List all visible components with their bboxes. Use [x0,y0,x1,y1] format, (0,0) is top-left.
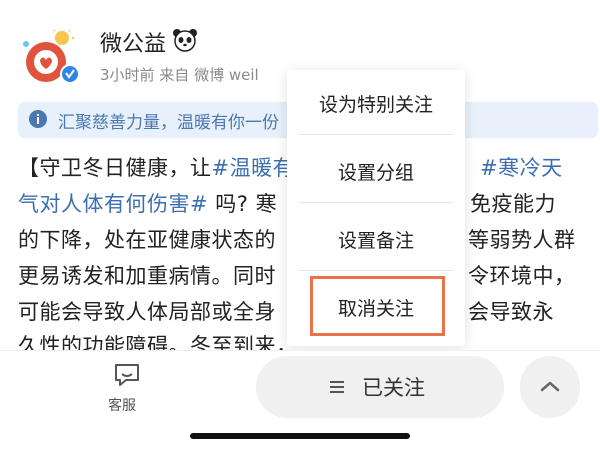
panda-icon [173,29,197,52]
post-line-4: 更易诱发和加重病情。同时 [18,264,276,288]
post-text: 吗? 寒 [208,192,278,216]
post-line-1: 【守卫冬日健康，让#温暖有 [18,152,294,182]
menu-divider [299,270,453,271]
post-text: 【守卫冬日健康，让 [18,156,212,180]
chat-bubble-icon[interactable] [113,362,141,388]
unfollow-highlight-box [310,276,445,336]
username[interactable]: 微公益 [100,26,166,58]
hashtag-link[interactable]: #寒冷天 [480,152,563,182]
menu-lines-icon [330,381,344,393]
menu-item-special-follow[interactable]: 设为特别关注 [287,90,465,117]
post-line-3: 的下降，处在亚健康状态的 [18,228,276,252]
banner-text: 汇聚慈善力量，温暖有你一份 [58,113,279,133]
chevron-up-icon [540,381,560,392]
post-text: 令环境中， [468,264,576,288]
post-line-5: 可能会导致人体局部或全身 [18,300,276,324]
hashtag-link[interactable]: 气对人体有何伤害# [18,192,208,216]
post-text: 会导致永 [468,300,554,324]
hashtag-link[interactable]: #温暖有 [212,156,295,180]
post-text: 免疫能力 [470,192,556,216]
service-label[interactable]: 客服 [108,395,136,415]
post-line-2: 气对人体有何伤害# 吗? 寒 [18,188,277,218]
post-text: 等弱势人群 [468,228,576,252]
menu-divider [299,134,453,135]
following-label[interactable]: 已关注 [362,372,425,402]
menu-divider [299,202,453,203]
verified-badge-icon [60,64,80,84]
menu-item-set-remark[interactable]: 设置备注 [287,226,465,253]
home-indicator[interactable] [190,433,410,439]
post-meta: 3小时前 来自 微博 weil [100,66,259,84]
info-icon [29,110,47,128]
menu-item-set-group[interactable]: 设置分组 [287,158,465,185]
